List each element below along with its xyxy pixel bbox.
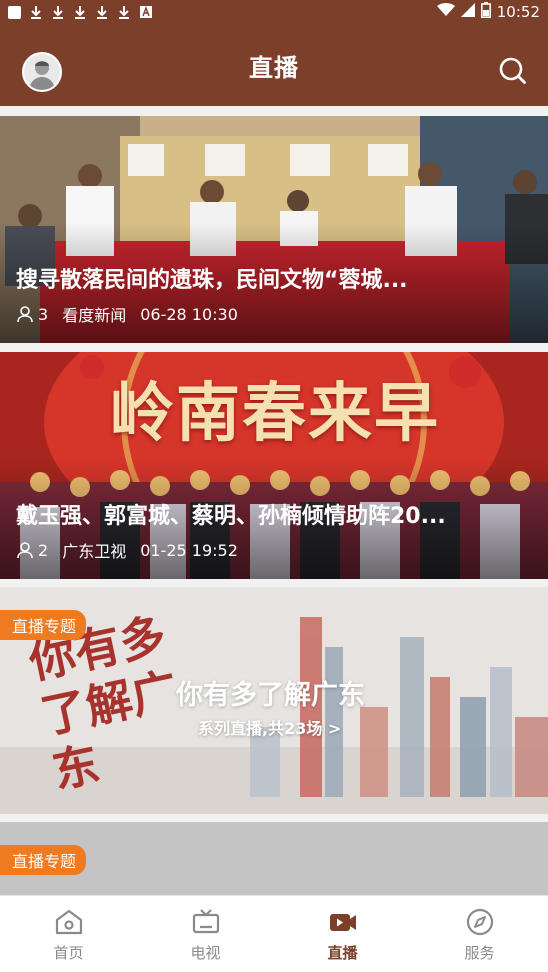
download-icon — [73, 5, 87, 19]
bottom-nav: 首页 电视 直播 服务 — [0, 895, 548, 972]
wifi-icon — [436, 3, 455, 21]
viewer-count-value: 2 — [38, 540, 49, 560]
card-title: 搜寻散落民间的遗珠，民间文物“蓉城... — [16, 268, 408, 293]
card-source: 广东卫视 — [62, 542, 127, 561]
topic-title: 你有多了解广东 — [176, 680, 365, 711]
tab-home-label: 首页 — [53, 943, 84, 962]
topic-badge: 直播专题 — [0, 845, 87, 875]
download-icon — [117, 5, 131, 19]
font-icon — [139, 5, 153, 19]
live-card[interactable]: 岭南春来早 戴玉强、郭富城、蔡明、孙楠倾情助阵20... 2 广东卫视 01-2… — [0, 352, 548, 579]
compass-icon — [466, 908, 493, 935]
person-icon — [17, 306, 33, 323]
live-video-icon — [329, 913, 356, 931]
banner-calligraphy: 岭南春来早 — [110, 376, 440, 451]
status-time: 10:52 — [496, 3, 540, 21]
notification-icon — [8, 5, 21, 19]
card-meta: 2 广东卫视 01-25 19:52 — [16, 538, 238, 562]
signal-icon — [460, 3, 475, 21]
viewer-count-value: 3 — [38, 304, 49, 324]
avatar[interactable] — [22, 52, 62, 92]
divider — [0, 579, 548, 587]
divider — [0, 814, 548, 822]
download-icon — [29, 5, 43, 19]
topic-subtitle-link[interactable]: 系列直播,共23场 > — [198, 715, 341, 739]
viewer-count: 2 — [16, 541, 48, 560]
divider — [0, 343, 548, 352]
card-source: 看度新闻 — [62, 306, 127, 325]
tab-tv[interactable]: 电视 — [137, 896, 274, 972]
topic-card[interactable]: 直播专题 — [0, 822, 548, 895]
tab-services[interactable]: 服务 — [411, 896, 548, 972]
topic-card[interactable]: 你有多了解广东 直播专题 你有多了解广东 系列直播,共23场 > — [0, 587, 548, 814]
card-time: 06-28 10:30 — [140, 304, 238, 324]
page-title: 直播 — [249, 53, 299, 82]
divider — [0, 106, 548, 116]
app-bar: 直播 — [0, 24, 548, 106]
status-bar: 10:52 — [0, 0, 548, 24]
tab-live[interactable]: 直播 — [274, 896, 411, 972]
viewer-count: 3 — [16, 305, 48, 324]
card-time: 01-25 19:52 — [140, 540, 238, 560]
topic-badge: 直播专题 — [0, 610, 87, 640]
download-icon — [95, 5, 109, 19]
tv-icon — [192, 908, 219, 933]
tab-services-label: 服务 — [464, 943, 495, 962]
card-title: 戴玉强、郭富城、蔡明、孙楠倾情助阵20... — [16, 504, 446, 529]
battery-icon — [480, 2, 491, 22]
live-card[interactable]: 搜寻散落民间的遗珠，民间文物“蓉城... 3 看度新闻 06-28 10:30 — [0, 116, 548, 343]
tab-live-label: 直播 — [327, 943, 358, 962]
search-icon[interactable] — [498, 56, 528, 86]
download-icon — [51, 5, 65, 19]
tab-tv-label: 电视 — [190, 943, 221, 962]
person-icon — [17, 542, 33, 559]
card-meta: 3 看度新闻 06-28 10:30 — [16, 302, 238, 326]
tab-home[interactable]: 首页 — [0, 896, 137, 972]
home-icon — [55, 909, 82, 934]
